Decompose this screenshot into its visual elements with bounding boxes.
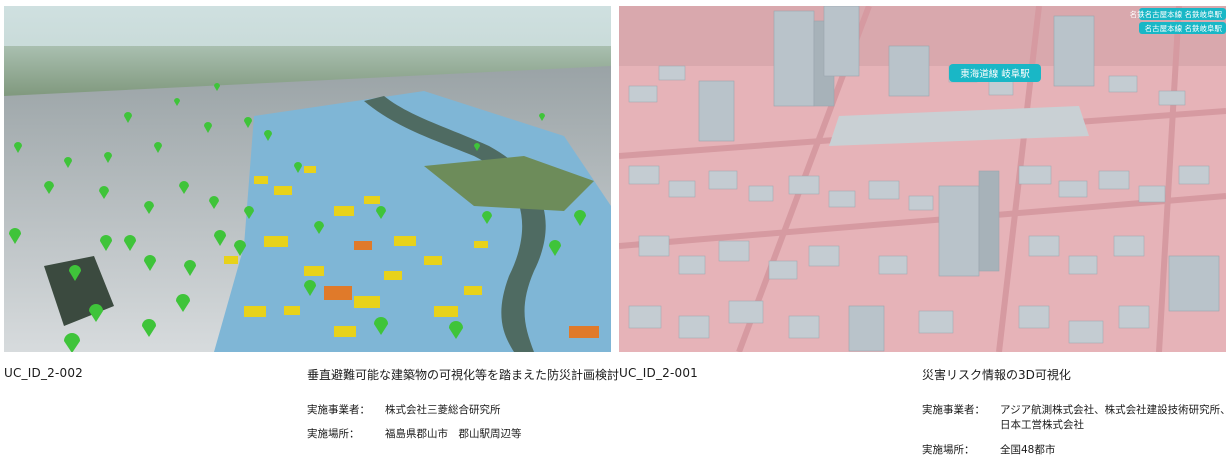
case-card-uc-2-002[interactable]: UC_ID_2-002 垂直避難可能な建築物の可視化等を踏まえた防災計画検討 実…: [4, 0, 619, 463]
case-id: UC_ID_2-001: [619, 366, 699, 380]
flood-3d-map-image: [4, 6, 611, 352]
operator-value-line2: 日本工営株式会社: [1000, 419, 1084, 431]
corner-label-2: 名古屋本線 名鉄岐阜駅: [1145, 23, 1223, 33]
place-value: 全国48都市: [1000, 444, 1056, 456]
operator-row: 実施事業者： 株式会社三菱総合研究所: [307, 403, 607, 418]
place-label: 実施場所：: [922, 444, 975, 456]
case-thumbnail-koriyama[interactable]: [4, 6, 611, 352]
operator-value-line1: アジア航測株式会社、株式会社建設技術研究所、: [1000, 404, 1231, 416]
case-title[interactable]: 災害リスク情報の3D可視化: [922, 366, 1071, 383]
station-label: 東海道線 岐阜駅: [960, 68, 1030, 80]
operator-value: 株式会社三菱総合研究所: [385, 404, 501, 416]
case-card-uc-2-001[interactable]: 東海道線 岐阜駅 名鉄名古屋本線 名鉄岐阜駅 名古屋本線 名鉄岐阜駅 UC_ID…: [619, 0, 1231, 463]
corner-label-1: 名鉄名古屋本線 名鉄岐阜駅: [1130, 9, 1223, 19]
place-label: 実施場所：: [307, 428, 360, 440]
disaster-risk-3d-map-image: 東海道線 岐阜駅 名鉄名古屋本線 名鉄岐阜駅 名古屋本線 名鉄岐阜駅: [619, 6, 1226, 352]
case-title[interactable]: 垂直避難可能な建築物の可視化等を踏まえた防災計画検討: [307, 366, 619, 383]
place-value: 福島県郡山市 郡山駅周辺等: [385, 428, 522, 440]
case-thumbnail-gifu[interactable]: 東海道線 岐阜駅 名鉄名古屋本線 名鉄岐阜駅 名古屋本線 名鉄岐阜駅: [619, 6, 1226, 352]
operator-label: 実施事業者：: [307, 404, 370, 416]
operator-row: 実施事業者： アジア航測株式会社、株式会社建設技術研究所、 日本工営株式会社: [922, 403, 1231, 433]
operator-label: 実施事業者：: [922, 404, 985, 416]
place-row: 実施場所： 福島県郡山市 郡山駅周辺等: [307, 427, 607, 442]
place-row: 実施場所： 全国48都市: [922, 443, 1222, 458]
case-id: UC_ID_2-002: [4, 366, 84, 380]
